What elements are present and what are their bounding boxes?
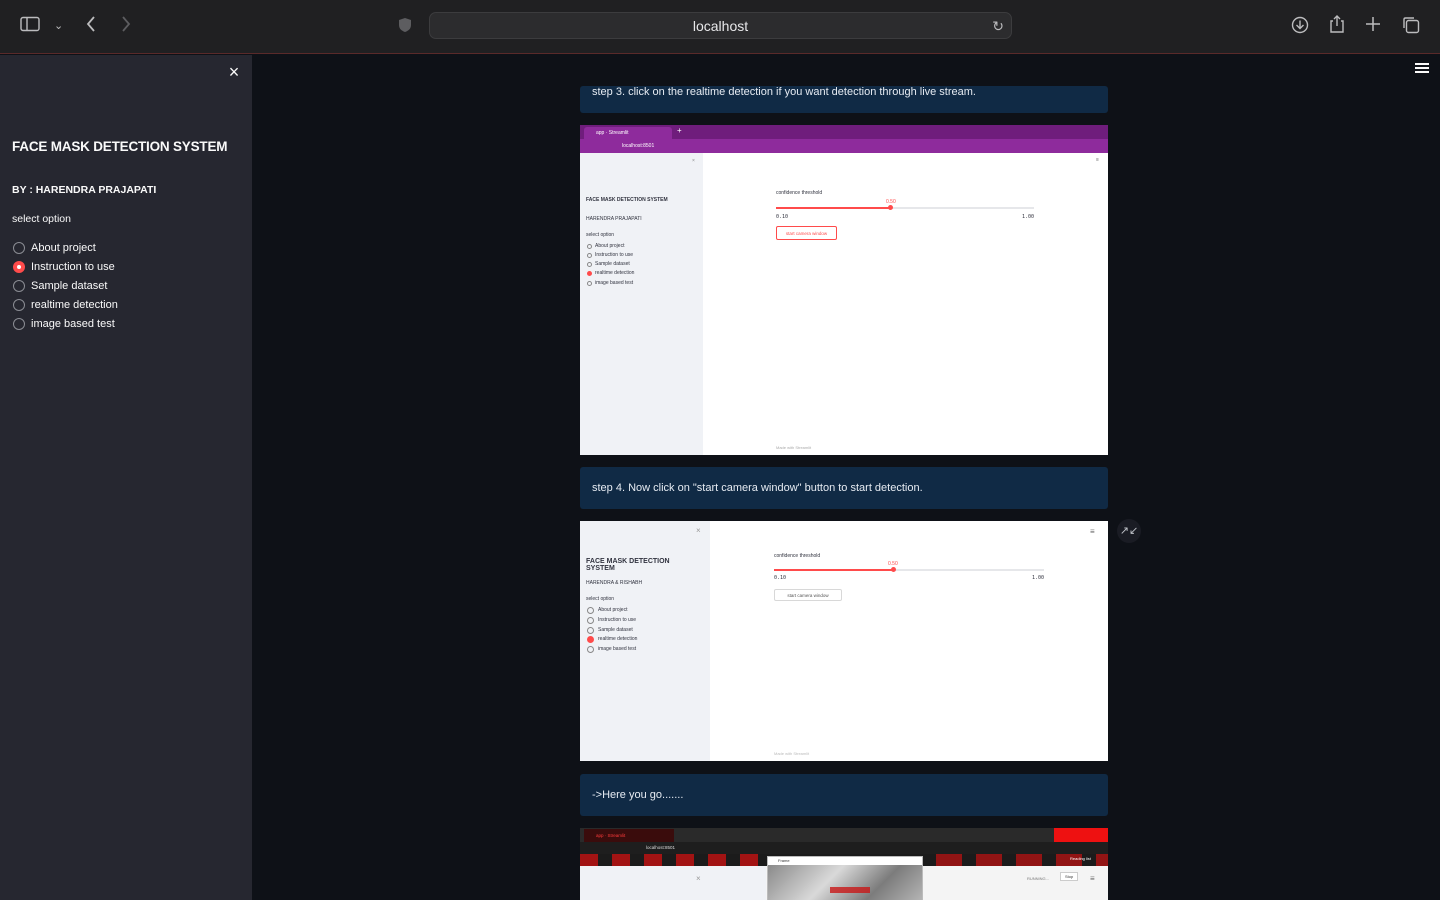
mini-sidebar: × FACE MASK DETECTION SYSTEM HARENDRA PR… <box>580 153 703 455</box>
mini-slider-max: 1.00 <box>1022 214 1035 220</box>
sidebar: × FACE MASK DETECTION SYSTEM BY : HAREND… <box>0 55 252 900</box>
here-text: ->Here you go....... <box>592 789 684 801</box>
step4-info-box: step 4. Now click on "start camera windo… <box>580 467 1108 509</box>
radio-label: Instruction to use <box>31 260 115 273</box>
mini-running: RUNNING... <box>1027 876 1049 881</box>
mini-start-camera-button: start camera window <box>774 589 842 601</box>
mini-sidebar: × FACE MASK DETECTION SYSTEM HARENDRA & … <box>580 521 710 761</box>
mini-slider-max: 1.00 <box>1032 575 1045 581</box>
select-option-label: select option <box>12 213 71 225</box>
radio-circle <box>13 298 25 311</box>
mini-opt: realtime detection <box>598 636 638 642</box>
mini-slider-min: 0.10 <box>774 575 787 581</box>
radio-sample-dataset[interactable]: Sample dataset <box>13 276 118 295</box>
mini-slider-min: 0.10 <box>776 214 789 220</box>
mini-opt: realtime detection <box>595 270 635 276</box>
chevron-down-icon[interactable]: ⌄ <box>54 16 63 36</box>
mini-opt: Instruction to use <box>595 252 634 258</box>
mini-reading-list: Reading list <box>1070 856 1091 861</box>
screenshot-step4-image: × FACE MASK DETECTION SYSTEM HARENDRA & … <box>580 521 1108 761</box>
mini-slider-label: confidence threshold <box>776 190 823 196</box>
mini-opt: image based test <box>598 646 637 652</box>
sidebar-icon[interactable] <box>20 16 40 38</box>
tabs-overview-icon[interactable] <box>1402 16 1420 40</box>
address-bar[interactable]: localhost ↻ <box>429 12 1012 39</box>
reload-icon[interactable]: ↻ <box>992 13 1004 39</box>
radio-label: About project <box>31 241 96 254</box>
screenshot-step3-image: app · Streamlit + localhost:8501 × FACE … <box>580 125 1108 455</box>
radio-circle <box>13 317 25 330</box>
mini-stop-button: Stop <box>1060 872 1079 881</box>
mini-tab: app · Streamlit <box>584 829 674 842</box>
mini-opt: Sample dataset <box>595 261 630 267</box>
step3-info-box: step 3. click on the realtime detection … <box>580 86 1108 113</box>
radio-image-based-test[interactable]: image based test <box>13 314 118 333</box>
mini-opt: image based test <box>595 280 634 286</box>
browser-toolbar: ⌄ localhost ↻ <box>0 0 1440 54</box>
mini-start-camera-button: start camera window <box>776 226 837 240</box>
mini-opt: About project <box>598 607 628 613</box>
mini-author: HARENDRA & RISHABH <box>586 580 643 586</box>
mini-title-line2: SYSTEM <box>586 565 615 572</box>
mini-title: FACE MASK DETECTION SYSTEM <box>586 197 668 203</box>
sidebar-title: FACE MASK DETECTION SYSTEM <box>12 139 228 154</box>
plus-icon[interactable] <box>1365 16 1381 38</box>
mini-url: localhost:8501 <box>580 139 1108 153</box>
radio-instruction-to-use[interactable]: Instruction to use <box>13 257 118 276</box>
mini-footer: Made with Streamlit <box>774 751 810 756</box>
url-text: localhost <box>692 18 749 34</box>
mini-url: localhost:8501 <box>580 842 1108 854</box>
radio-label: image based test <box>31 317 115 330</box>
mini-select-label: select option <box>586 596 615 602</box>
radio-about-project[interactable]: About project <box>13 238 118 257</box>
radio-circle-selected <box>13 260 25 273</box>
screenshot-result-image: app · Streamlit localhost:8501 Reading l… <box>580 828 1108 900</box>
option-radio-group: About project Instruction to use Sample … <box>13 238 118 333</box>
mini-opt: About project <box>595 243 625 249</box>
step4-text: step 4. Now click on "start camera windo… <box>592 482 923 494</box>
mini-author: HARENDRA PRAJAPATI <box>586 216 642 222</box>
close-sidebar-icon[interactable]: × <box>226 63 242 81</box>
chevron-right-icon[interactable] <box>120 15 132 39</box>
share-icon[interactable] <box>1329 14 1345 40</box>
fullscreen-expand-icon[interactable]: ↗↙ <box>1117 519 1141 543</box>
hamburger-menu-icon[interactable] <box>1415 63 1429 77</box>
mini-title: FACE MASK DETECTION <box>586 558 670 565</box>
mini-select-label: select option <box>586 232 615 238</box>
radio-label: Sample dataset <box>31 279 108 292</box>
radio-realtime-detection[interactable]: realtime detection <box>13 295 118 314</box>
step3-text: step 3. click on the realtime detection … <box>592 86 976 98</box>
mini-opt: Instruction to use <box>598 617 637 623</box>
mini-frame-title: Frame <box>768 857 922 865</box>
mini-opt: Sample dataset <box>598 627 633 633</box>
shield-icon[interactable] <box>398 17 412 39</box>
mini-slider-label: confidence threshold <box>774 553 821 559</box>
chevron-left-icon[interactable] <box>85 15 97 39</box>
radio-circle <box>13 241 25 254</box>
radio-circle <box>13 279 25 292</box>
mini-tab: app · Streamlit <box>584 127 672 139</box>
download-icon[interactable] <box>1291 16 1309 40</box>
radio-label: realtime detection <box>31 298 118 311</box>
mini-footer: Made with Streamlit <box>776 445 812 450</box>
here-info-box: ->Here you go....... <box>580 774 1108 816</box>
sidebar-author: BY : HARENDRA PRAJAPATI <box>12 184 157 196</box>
